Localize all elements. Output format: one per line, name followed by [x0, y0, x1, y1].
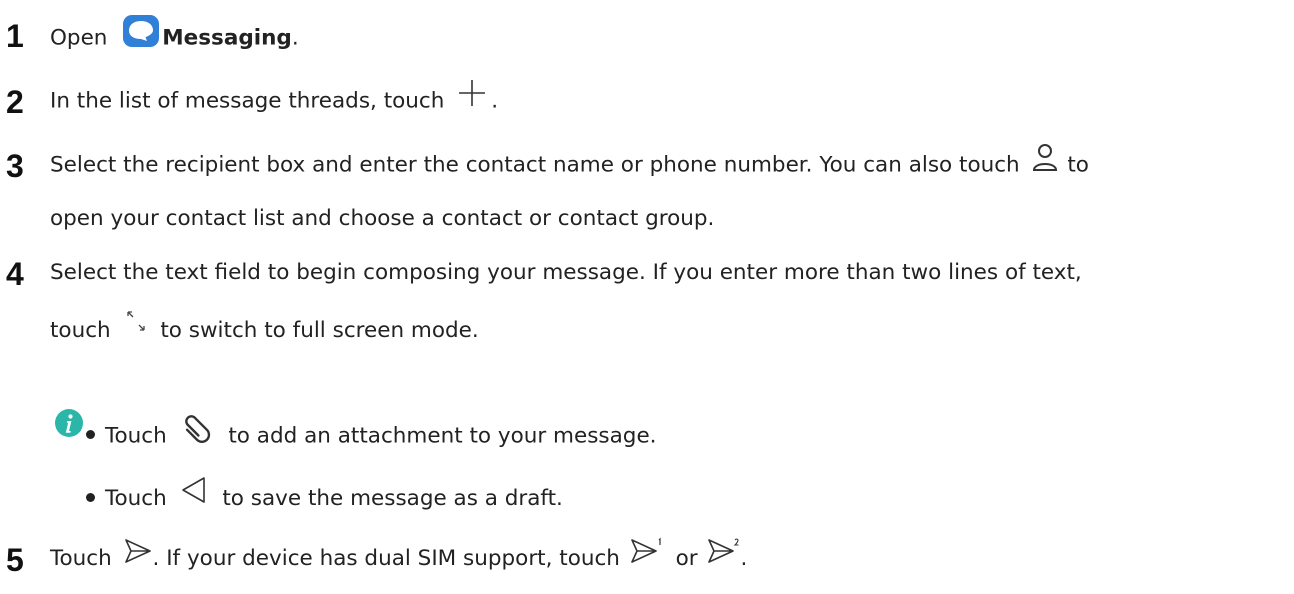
back-arrow-icon [180, 475, 208, 514]
send-sim2-icon [706, 537, 740, 574]
info-icon [54, 408, 84, 442]
step-number: 1 [6, 18, 24, 54]
step-number: 2 [6, 84, 24, 120]
step-text: In the list of message threads, touch . [50, 80, 498, 117]
step-text: Touch . If your device has dual SIM supp… [50, 537, 747, 574]
contact-person-icon [1031, 142, 1059, 181]
bullet-dot [86, 430, 95, 439]
expand-fullscreen-icon [124, 308, 148, 345]
plus-icon [457, 78, 487, 117]
step-number: 5 [6, 542, 24, 578]
step-text-continued: touch to switch to full screen mode. [50, 310, 479, 346]
paperclip-icon [180, 410, 214, 453]
step-text: Open Messaging. [50, 15, 299, 57]
messaging-app-icon [122, 14, 160, 57]
send-sim1-icon [629, 537, 663, 574]
step-text: Select the recipient box and enter the c… [50, 144, 1089, 181]
step-text-continued: open your contact list and choose a cont… [50, 206, 715, 231]
step-number: 4 [6, 256, 24, 292]
step-text: Select the text field to begin composing… [50, 260, 1082, 285]
step-number: 3 [6, 148, 24, 184]
note-item-draft: Touch to save the message as a draft. [86, 476, 563, 514]
note-item-attachment: Touch to add an attachment to your messa… [86, 415, 657, 453]
send-icon [123, 537, 153, 574]
bullet-dot [86, 492, 95, 502]
